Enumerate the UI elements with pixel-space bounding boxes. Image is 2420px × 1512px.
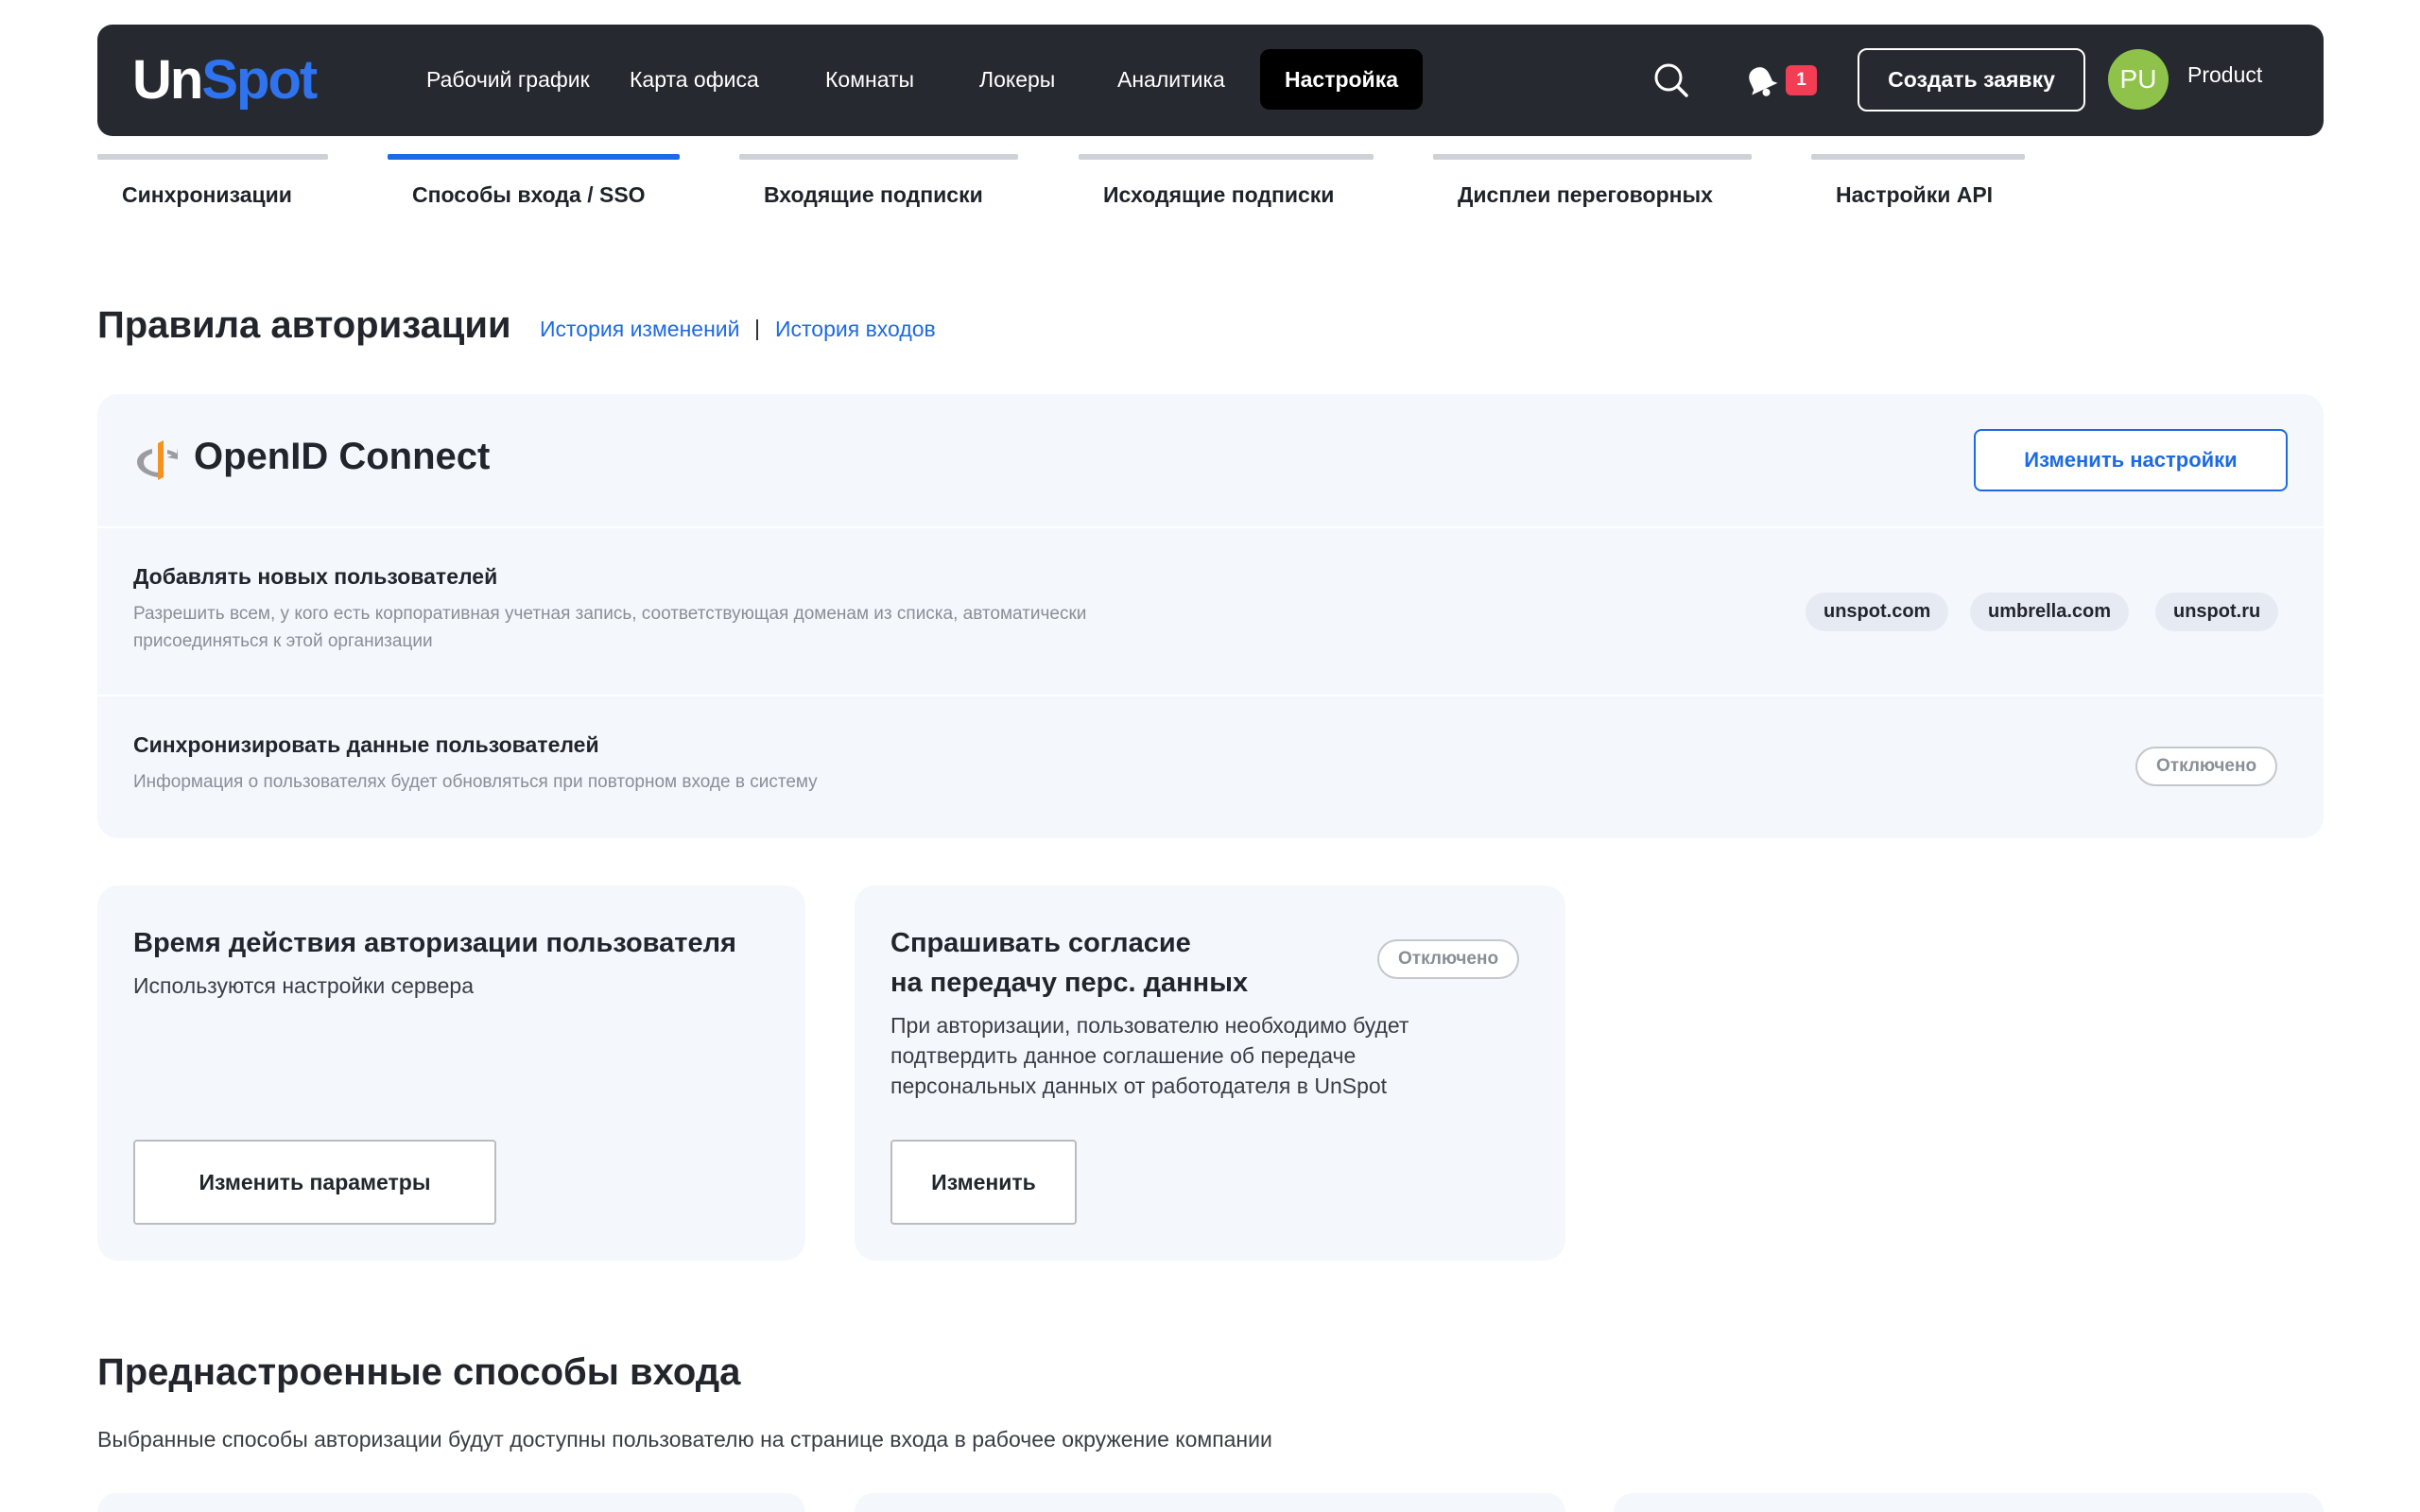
tab-outgoing-subscriptions[interactable]: Исходящие подписки xyxy=(1079,154,1374,220)
nav-item-settings[interactable]: Настройка xyxy=(1260,49,1423,110)
consent-status-badge[interactable]: Отключено xyxy=(1377,939,1520,979)
edit-settings-button[interactable]: Изменить настройки xyxy=(1974,429,2288,491)
tab-label: Настройки API xyxy=(1836,182,1994,207)
create-request-button[interactable]: Создать заявку xyxy=(1858,48,2085,112)
tab-indicator xyxy=(97,154,328,160)
change-parameters-button[interactable]: Изменить параметры xyxy=(133,1140,496,1225)
nav-item-work-schedule[interactable]: Рабочий график xyxy=(402,49,614,110)
change-consent-button[interactable]: Изменить xyxy=(890,1140,1077,1225)
consent-text: При авторизации, пользователю необходимо… xyxy=(890,1013,1409,1098)
tab-indicator xyxy=(1433,154,1752,160)
openid-card-header: OpenID Connect Изменить настройки xyxy=(97,394,2324,528)
consent-title: Спрашивать согласие на передачу перс. да… xyxy=(890,923,1248,1003)
domain-chip: unspot.ru xyxy=(2155,593,2279,631)
tab-label: Синхронизации xyxy=(122,182,292,207)
tab-label: Дисплеи переговорных xyxy=(1458,182,1713,207)
sync-user-data-title: Синхронизировать данные пользователей xyxy=(133,732,599,757)
openid-connect-card: OpenID Connect Изменить настройки Добавл… xyxy=(97,394,2324,838)
tab-indicator xyxy=(1811,154,2025,160)
search-icon[interactable] xyxy=(1651,60,1692,101)
page-title: Правила авторизации xyxy=(97,304,511,346)
consent-card: Спрашивать согласие на передачу перс. да… xyxy=(855,885,1565,1261)
top-navigation-bar: UnSpot Рабочий график Карта офиса Комнат… xyxy=(97,25,2324,136)
tab-label: Исходящие подписки xyxy=(1103,182,1335,207)
unspot-logo[interactable]: UnSpot xyxy=(132,47,318,113)
tab-sync[interactable]: Синхронизации xyxy=(97,154,328,220)
tab-sso[interactable]: Способы входа / SSO xyxy=(388,154,680,220)
notification-count-badge: 1 xyxy=(1786,65,1817,95)
openid-icon xyxy=(133,438,179,483)
tab-incoming-subscriptions[interactable]: Входящие подписки xyxy=(739,154,1018,220)
login-method-card[interactable] xyxy=(855,1493,1565,1512)
tab-indicator-active xyxy=(388,154,680,160)
bell-icon[interactable] xyxy=(1740,60,1782,102)
user-name[interactable]: Product xyxy=(2187,62,2262,88)
tab-api-settings[interactable]: Настройки API xyxy=(1811,154,2025,220)
openid-title: OpenID Connect xyxy=(194,436,491,477)
logo-text-un: Un xyxy=(132,49,203,111)
tab-label: Входящие подписки xyxy=(764,182,983,207)
login-method-card[interactable] xyxy=(97,1493,805,1512)
sync-user-data-row: Синхронизировать данные пользователей Ин… xyxy=(97,696,2324,838)
add-new-users-row: Добавлять новых пользователей Разрешить … xyxy=(97,528,2324,696)
add-new-users-title: Добавлять новых пользователей xyxy=(133,564,498,589)
sync-status-badge[interactable]: Отключено xyxy=(2135,747,2278,786)
tab-label: Способы входа / SSO xyxy=(412,182,646,207)
history-logins-link[interactable]: История входов xyxy=(775,317,936,342)
nav-item-rooms[interactable]: Комнаты xyxy=(801,49,939,110)
domain-chip: umbrella.com xyxy=(1970,593,2130,631)
nav-item-lockers[interactable]: Локеры xyxy=(955,49,1080,110)
avatar[interactable]: PU xyxy=(2108,49,2169,110)
nav-item-analytics[interactable]: Аналитика xyxy=(1093,49,1250,110)
preset-login-methods-title: Преднастроенные способы входа xyxy=(97,1351,741,1393)
history-changes-link[interactable]: История изменений xyxy=(540,317,739,342)
nav-item-office-map[interactable]: Карта офиса xyxy=(605,49,784,110)
tab-meeting-room-displays[interactable]: Дисплеи переговорных xyxy=(1433,154,1752,220)
consent-title-line2: на передачу перс. данных xyxy=(890,968,1249,998)
auth-lifetime-card: Время действия авторизации пользователя … xyxy=(97,885,805,1261)
consent-title-line1: Спрашивать согласие xyxy=(890,928,1191,958)
link-separator: | xyxy=(754,316,760,340)
auth-lifetime-text: Используются настройки сервера xyxy=(133,973,475,998)
sync-user-data-description: Информация о пользователях будет обновля… xyxy=(133,772,818,792)
tab-indicator xyxy=(1079,154,1374,160)
login-method-card[interactable] xyxy=(1614,1493,2324,1512)
tab-indicator xyxy=(739,154,1018,160)
domain-chip: unspot.com xyxy=(1806,593,1949,631)
logo-text-spot: Spot xyxy=(201,49,318,111)
preset-login-methods-subtitle: Выбранные способы авторизации будут дост… xyxy=(97,1427,1272,1452)
add-new-users-description: Разрешить всем, у кого есть корпоративна… xyxy=(133,604,1087,651)
auth-lifetime-title: Время действия авторизации пользователя xyxy=(133,928,736,958)
